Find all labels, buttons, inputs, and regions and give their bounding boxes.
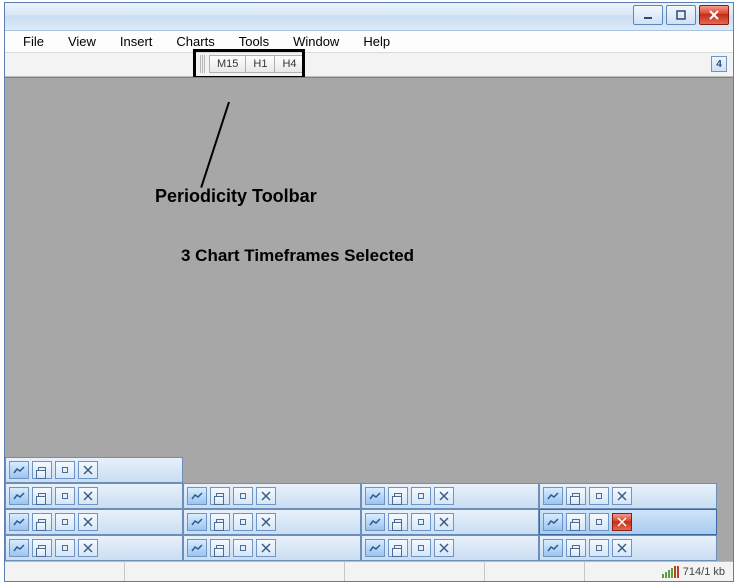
chart-icon — [9, 461, 29, 479]
chart-icon — [9, 539, 29, 557]
close-icon[interactable] — [434, 487, 454, 505]
close-icon[interactable] — [434, 539, 454, 557]
minimized-chart-window[interactable] — [361, 509, 539, 535]
close-icon[interactable] — [612, 487, 632, 505]
maximize-icon[interactable] — [411, 513, 431, 531]
close-icon[interactable] — [78, 539, 98, 557]
menu-bar: File View Insert Charts Tools Window Hel… — [5, 31, 733, 53]
chart-icon — [365, 539, 385, 557]
minimized-chart-window[interactable] — [361, 535, 539, 561]
chart-icon — [543, 513, 563, 531]
status-section — [125, 562, 345, 581]
minimized-chart-window[interactable] — [183, 483, 361, 509]
mdi-workspace: Periodicity Toolbar 3 Chart Timeframes S… — [5, 77, 733, 561]
restore-icon[interactable] — [566, 539, 586, 557]
maximize-icon[interactable] — [589, 487, 609, 505]
status-section — [345, 562, 485, 581]
menu-charts[interactable]: Charts — [164, 32, 226, 51]
toolbar-row: M15 H1 H4 4 — [5, 53, 733, 77]
restore-icon[interactable] — [388, 539, 408, 557]
chart-icon — [365, 487, 385, 505]
chart-icon — [9, 513, 29, 531]
minimized-chart-window[interactable] — [183, 509, 361, 535]
maximize-icon[interactable] — [233, 539, 253, 557]
restore-icon[interactable] — [32, 461, 52, 479]
close-button[interactable] — [699, 5, 729, 25]
toolbar-grip-icon[interactable] — [200, 55, 206, 73]
maximize-button[interactable] — [666, 5, 696, 25]
annotation-label-1: Periodicity Toolbar — [155, 186, 317, 207]
chart-icon — [9, 487, 29, 505]
maximize-icon[interactable] — [411, 539, 431, 557]
minimized-windows-area — [5, 457, 733, 561]
maximize-icon[interactable] — [55, 487, 75, 505]
close-icon[interactable] — [256, 487, 276, 505]
chart-icon — [187, 487, 207, 505]
chart-icon — [187, 513, 207, 531]
status-right: 714/1 kb — [658, 566, 733, 578]
annotation-label-2: 3 Chart Timeframes Selected — [181, 246, 414, 266]
chart-icon — [543, 487, 563, 505]
menu-help[interactable]: Help — [351, 32, 402, 51]
status-bar: 714/1 kb — [5, 561, 733, 581]
status-traffic: 714/1 kb — [683, 566, 725, 578]
close-icon[interactable] — [612, 539, 632, 557]
maximize-icon[interactable] — [589, 539, 609, 557]
chart-icon — [543, 539, 563, 557]
maximize-icon[interactable] — [55, 513, 75, 531]
close-icon[interactable] — [78, 513, 98, 531]
close-icon[interactable] — [78, 487, 98, 505]
status-section — [5, 562, 125, 581]
minimized-chart-window[interactable] — [539, 483, 717, 509]
restore-icon[interactable] — [388, 513, 408, 531]
timeframe-h4-button[interactable]: H4 — [274, 55, 304, 73]
minimized-chart-window[interactable] — [5, 535, 183, 561]
minimized-chart-window[interactable] — [183, 535, 361, 561]
restore-icon[interactable] — [566, 513, 586, 531]
maximize-icon[interactable] — [589, 513, 609, 531]
minimized-chart-window[interactable] — [5, 509, 183, 535]
connection-bars-icon — [662, 566, 679, 578]
chart-icon — [365, 513, 385, 531]
maximize-icon[interactable] — [233, 487, 253, 505]
menu-view[interactable]: View — [56, 32, 108, 51]
restore-icon[interactable] — [32, 513, 52, 531]
minimized-chart-window[interactable] — [5, 483, 183, 509]
close-icon[interactable] — [78, 461, 98, 479]
restore-icon[interactable] — [210, 487, 230, 505]
menu-tools[interactable]: Tools — [227, 32, 281, 51]
restore-icon[interactable] — [210, 539, 230, 557]
workspace-count-badge[interactable]: 4 — [711, 56, 727, 72]
close-icon[interactable] — [256, 539, 276, 557]
restore-icon[interactable] — [210, 513, 230, 531]
annotation-line — [200, 102, 230, 188]
menu-file[interactable]: File — [11, 32, 56, 51]
timeframe-m15-button[interactable]: M15 — [209, 55, 246, 73]
restore-icon[interactable] — [32, 487, 52, 505]
menu-window[interactable]: Window — [281, 32, 351, 51]
close-icon[interactable] — [434, 513, 454, 531]
menu-insert[interactable]: Insert — [108, 32, 165, 51]
timeframe-h1-button[interactable]: H1 — [245, 55, 275, 73]
minimized-chart-window-active[interactable] — [539, 509, 717, 535]
status-section — [485, 562, 585, 581]
chart-icon — [187, 539, 207, 557]
minimized-chart-window[interactable] — [5, 457, 183, 483]
close-icon[interactable] — [612, 513, 632, 531]
maximize-icon[interactable] — [233, 513, 253, 531]
window-controls — [633, 5, 729, 27]
app-window: File View Insert Charts Tools Window Hel… — [4, 2, 734, 582]
minimize-button[interactable] — [633, 5, 663, 25]
minimized-chart-window[interactable] — [539, 535, 717, 561]
restore-icon[interactable] — [566, 487, 586, 505]
maximize-icon[interactable] — [411, 487, 431, 505]
restore-icon[interactable] — [32, 539, 52, 557]
restore-icon[interactable] — [388, 487, 408, 505]
minimized-chart-window[interactable] — [361, 483, 539, 509]
title-bar — [5, 3, 733, 31]
maximize-icon[interactable] — [55, 461, 75, 479]
periodicity-toolbar: M15 H1 H4 — [200, 55, 305, 73]
maximize-icon[interactable] — [55, 539, 75, 557]
close-icon[interactable] — [256, 513, 276, 531]
